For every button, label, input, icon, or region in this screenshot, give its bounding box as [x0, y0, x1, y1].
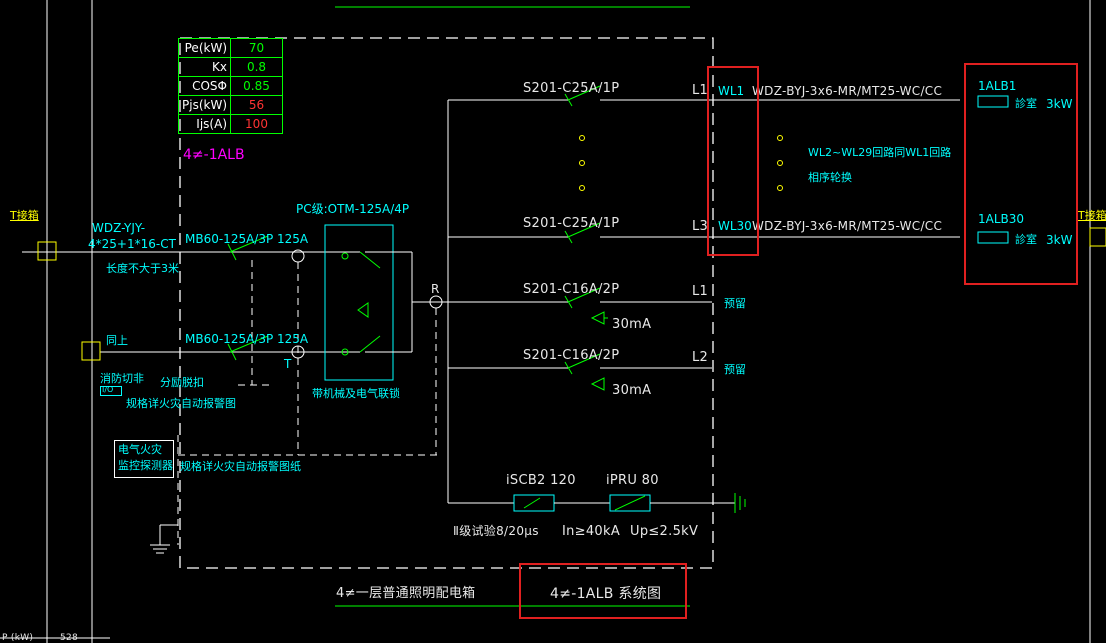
ats-box [324, 224, 394, 381]
incoming-breaker-2: MB60-125A/3P 125A [185, 332, 309, 346]
spd-iscb: iSCB2 120 [506, 473, 576, 488]
spare-2-phase: L2 [692, 350, 709, 365]
io-label: I/O [102, 385, 114, 394]
param-row: Pe(kW) 70 [178, 38, 283, 58]
monitor-label-1: 电气火灾 [118, 443, 162, 456]
circuit-30-cable: WDZ-BYJ-3x6-MR/MT25-WC/CC [752, 219, 943, 233]
incoming-length-note: 长度不大于3米 [106, 262, 179, 275]
param-value: 100 [230, 114, 283, 134]
panel-id: 4≠-1ALB [183, 147, 245, 163]
param-value: 56 [230, 95, 283, 115]
spd-ipru: iPRU 80 [606, 473, 659, 488]
incoming-cable-spec: 4*25+1*16-CT [88, 237, 176, 251]
bus-r-label: R [431, 282, 440, 296]
param-key: Kx [178, 57, 231, 77]
t-box-right-symbol [1089, 227, 1106, 247]
same-above-label: 同上 [106, 334, 128, 347]
shunt-trip-label: 分励脱扣 [160, 376, 204, 389]
param-row: Kx 0.8 [178, 57, 283, 77]
param-row: COSΦ 0.85 [178, 76, 283, 96]
param-row: Ijs(A) 100 [178, 114, 283, 134]
spare-1-breaker: S201-C16A/2P [523, 282, 620, 297]
t-mark: T [284, 357, 292, 371]
incoming-breaker-1: MB60-125A/3P 125A [185, 232, 309, 246]
highlight-title [519, 563, 687, 619]
circuit-30-breaker: S201-C25A/1P [523, 216, 620, 231]
param-key: Ijs(A) [178, 114, 231, 134]
status-left-fragment: P (kW) [2, 633, 34, 643]
pc-label: PC级:OTM-125A/4P [296, 202, 410, 216]
circuit-1-breaker: S201-C25A/1P [523, 81, 620, 96]
t-box-left-label: T接箱 [10, 209, 39, 222]
monitor-label-2: 监控探测器 [118, 459, 173, 472]
pc-note: 带机械及电气联锁 [312, 387, 400, 400]
fire-alarm-note: 规格详火灾自动报警图 [126, 397, 236, 410]
param-key: Pe(kW) [178, 38, 231, 58]
spare-1-rcd: 30mA [612, 317, 652, 332]
t-box-same-symbol [81, 341, 101, 361]
param-value: 0.85 [230, 76, 283, 96]
param-key: Pjs(kW) [178, 95, 231, 115]
spare-1-label: 预留 [724, 297, 746, 310]
param-row: Pjs(kW) 56 [178, 95, 283, 115]
wl-note-2: 相序轮换 [808, 171, 852, 184]
spd-class: Ⅱ级试验8/20μs [453, 524, 539, 538]
monitor-note: 规格详火灾自动报警图纸 [180, 460, 301, 473]
circuit-30-phase: L3 [692, 219, 709, 234]
circuit-1-phase: L1 [692, 83, 709, 98]
t-box-right-label: T接箱 [1078, 209, 1106, 222]
status-right-fragment: 528 [60, 633, 79, 643]
param-key: COSΦ [178, 76, 231, 96]
spd-in: In≥40kA [562, 524, 621, 539]
spd-up: Up≤2.5kV [630, 524, 699, 539]
wl-note-1: WL2~WL29回路同WL1回路 [808, 146, 952, 159]
load-parameter-table: Pe(kW) 70 Kx 0.8 COSΦ 0.85 Pjs(kW) 56 Ijs(A) 100 [178, 38, 283, 134]
circuit-1-cable: WDZ-BYJ-3x6-MR/MT25-WC/CC [752, 84, 943, 98]
param-value: 0.8 [230, 57, 283, 77]
spare-2-breaker: S201-C16A/2P [523, 348, 620, 363]
spare-1-phase: L1 [692, 284, 709, 299]
param-value: 70 [230, 38, 283, 58]
spare-2-rcd: 30mA [612, 383, 652, 398]
incoming-cable: WDZ-YJY- [92, 221, 146, 235]
fire-switch-label: 消防切非 [100, 372, 144, 385]
spare-2-label: 预留 [724, 363, 746, 376]
highlight-loads [964, 63, 1078, 285]
footer-title-left: 4≠一层普通照明配电箱 [336, 586, 476, 601]
highlight-wl-column [707, 66, 759, 256]
